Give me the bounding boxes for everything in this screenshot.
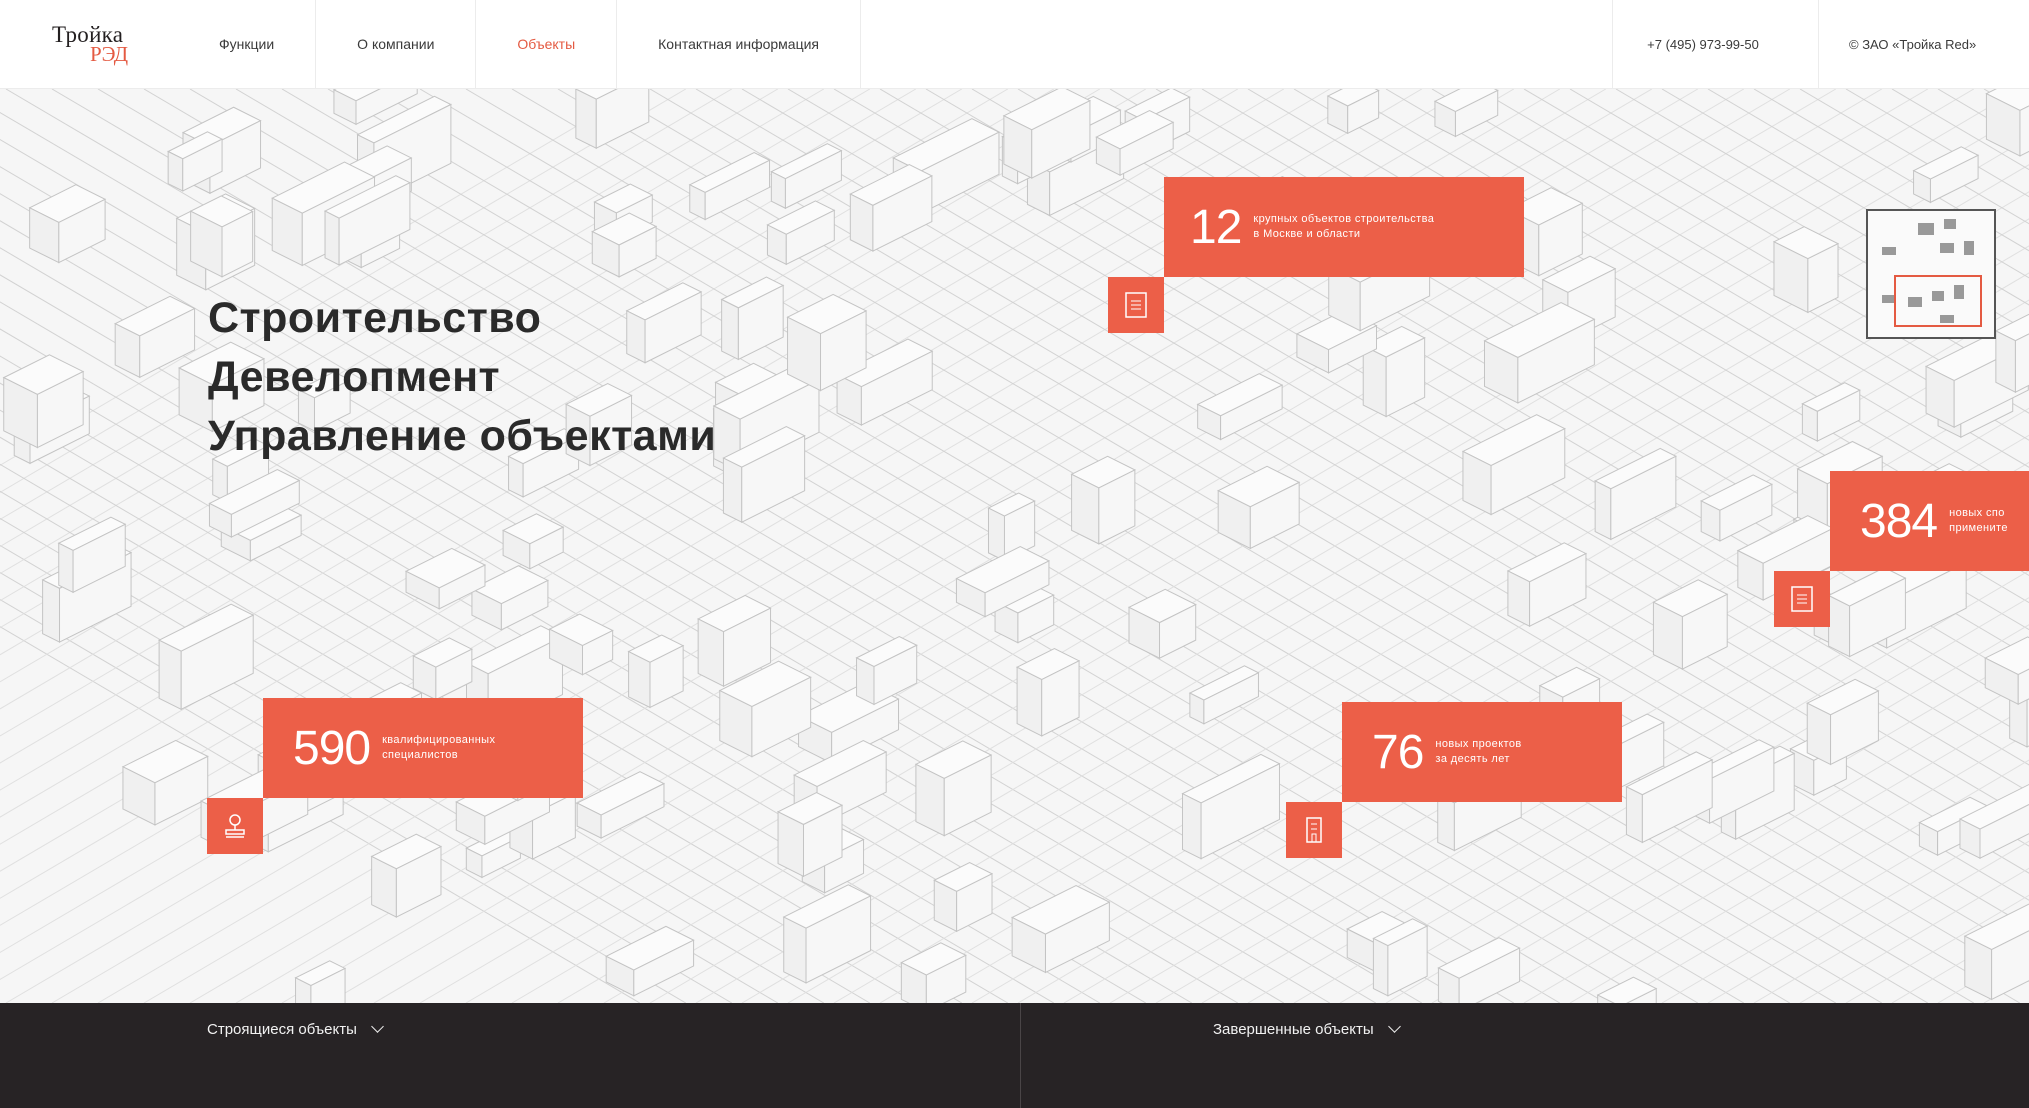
headline-line-management: Управление объектами	[208, 412, 717, 460]
headline-line-construction: Строительство	[208, 294, 542, 342]
logo-mark: РЭД	[90, 42, 129, 66]
minimap[interactable]	[1866, 209, 1996, 339]
stat-specialists-new[interactable]: 384 новых спо примените	[1830, 471, 2029, 571]
tab-label: Завершенные объекты	[1213, 1021, 1374, 1038]
stat-number: 590	[293, 721, 371, 775]
hero-headline: Строительство Девелопмент Управление объ…	[208, 289, 716, 466]
document-icon[interactable]	[1108, 277, 1164, 333]
stat-caption: крупных объектов строительства в Москве и…	[1253, 213, 1435, 240]
stat-projects[interactable]: 76 новых проектов за десять лет	[1342, 702, 1622, 802]
minimap-block	[1882, 247, 1896, 255]
headline-line-development: Девелопмент	[208, 353, 501, 401]
nav-functions[interactable]: Функции	[178, 0, 317, 88]
building-icon[interactable]	[1286, 802, 1342, 858]
tab-label: Строящиеся объекты	[207, 1021, 357, 1038]
nav-about[interactable]: О компании	[316, 0, 477, 88]
stat-number: 384	[1860, 494, 1938, 548]
site-header: Тройка РЭД Функции О компании Объекты Ко…	[0, 0, 2029, 89]
minimap-viewport[interactable]	[1894, 275, 1982, 327]
stat-caption: новых проектов за десять лет	[1435, 738, 1522, 765]
chevron-down-icon	[371, 1020, 384, 1033]
hero-map[interactable]: Строительство Девелопмент Управление объ…	[0, 89, 2029, 1003]
document-icon[interactable]	[1774, 571, 1830, 627]
minimap-block	[1918, 223, 1934, 235]
minimap-block	[1940, 243, 1954, 253]
nav-objects[interactable]: Объекты	[476, 0, 618, 88]
tab-under-construction[interactable]: Строящиеся объекты	[207, 1020, 384, 1038]
objects-bar: Строящиеся объекты Завершенные объекты	[0, 1003, 2029, 1108]
phone-number[interactable]: +7 (495) 973-99-50	[1612, 0, 1793, 88]
tab-completed[interactable]: Завершенные объекты	[1213, 1020, 1401, 1038]
chevron-down-icon	[1387, 1020, 1401, 1033]
isometric-city-illustration	[0, 89, 2029, 1003]
minimap-block	[1964, 241, 1974, 255]
stamp-icon[interactable]	[207, 798, 263, 854]
stat-caption: квалифицированных специалистов	[382, 734, 496, 761]
stat-caption: новых спо примените	[1949, 507, 2008, 534]
stat-objects[interactable]: 12 крупных объектов строительства в Москв…	[1164, 177, 1524, 277]
copyright: © ЗАО «Тройка Red»	[1818, 0, 2029, 88]
stat-number: 12	[1190, 200, 1242, 254]
stat-staff[interactable]: 590 квалифицированных специалистов	[263, 698, 583, 798]
nav-contacts[interactable]: Контактная информация	[617, 0, 862, 88]
main-nav: Функции О компании Объекты Контактная ин…	[178, 0, 862, 88]
minimap-block	[1944, 219, 1956, 229]
stat-number: 76	[1372, 725, 1424, 779]
logo[interactable]: Тройка РЭД	[52, 22, 136, 66]
divider	[1020, 1003, 1021, 1108]
